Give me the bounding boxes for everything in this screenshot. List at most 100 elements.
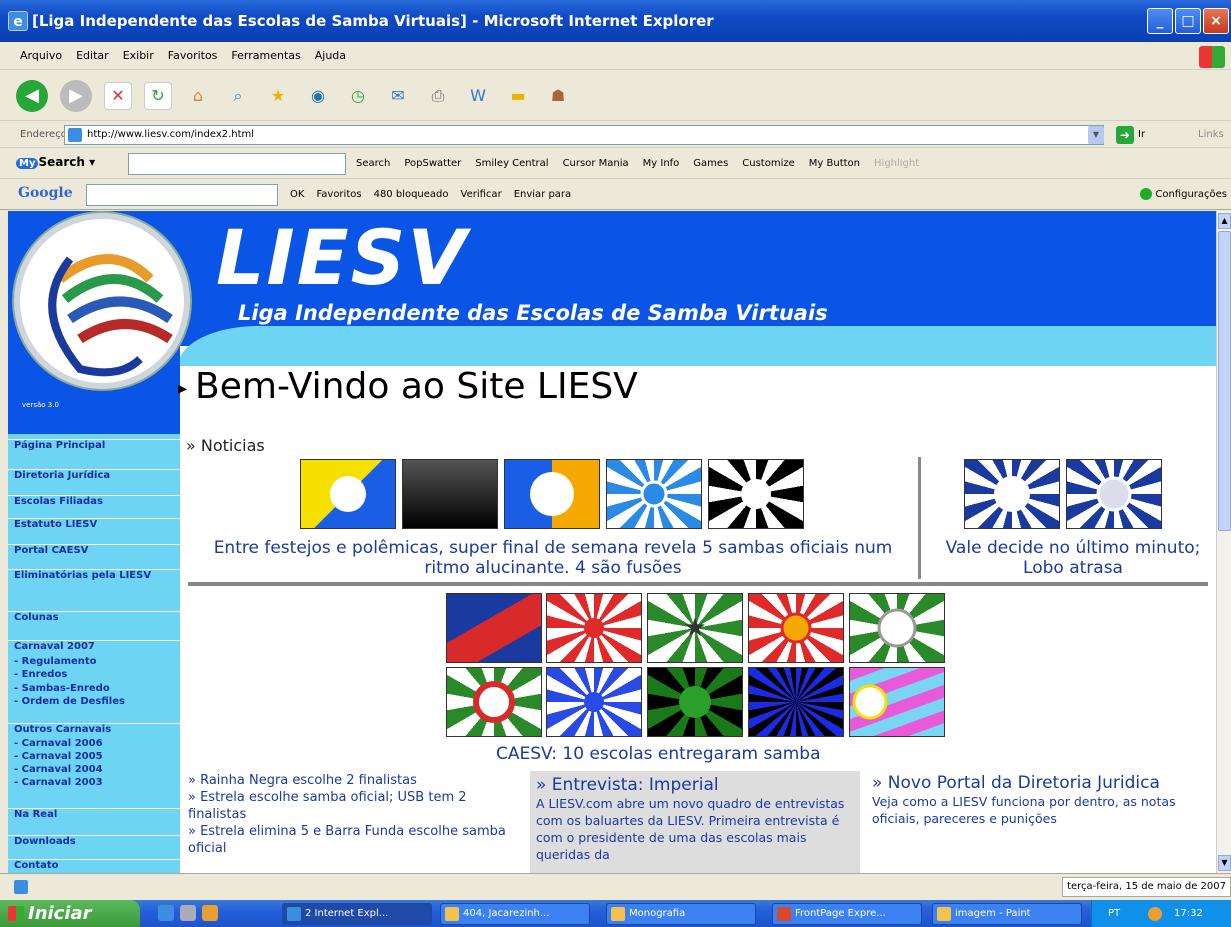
school-flag[interactable]	[708, 459, 804, 529]
menu-favoritos[interactable]: Favoritos	[168, 49, 218, 62]
language-indicator[interactable]: PT	[1108, 900, 1120, 927]
sidebar-item[interactable]: Downloads	[8, 835, 180, 848]
school-flag[interactable]	[300, 459, 396, 529]
sidebar-item[interactable]: Contato	[8, 859, 180, 872]
school-flag[interactable]	[748, 593, 844, 663]
home-icon[interactable]: ⌂	[184, 82, 212, 110]
menu-exibir[interactable]: Exibir	[123, 49, 154, 62]
games-button[interactable]: Games	[693, 158, 728, 169]
school-flag[interactable]	[606, 459, 702, 529]
task-404-jacarezinho[interactable]: 404, Jacarezinh...	[440, 903, 590, 925]
school-flag[interactable]	[1066, 459, 1162, 529]
google-search-input[interactable]	[86, 184, 278, 206]
school-flag[interactable]	[446, 667, 542, 737]
news-link[interactable]: » Estrela escolhe samba oficial; USB tem…	[188, 789, 528, 823]
enviar-para-button[interactable]: Enviar para	[514, 189, 572, 200]
sidebar-item[interactable]: - Carnaval 2005	[8, 751, 180, 763]
sidebar-item[interactable]: - Sambas-Enredo	[8, 683, 180, 695]
highlight-button[interactable]: Highlight	[874, 158, 919, 169]
cursor-mania-button[interactable]: Cursor Mania	[563, 158, 629, 169]
sidebar-item[interactable]: Na Real	[8, 808, 180, 821]
news-link[interactable]: » Estrela elimina 5 e Barra Funda escolh…	[188, 823, 528, 857]
school-flag[interactable]	[964, 459, 1060, 529]
clock[interactable]: 17:32	[1174, 900, 1203, 927]
google-config-button[interactable]: Configurações	[1140, 188, 1227, 200]
mysearch-input[interactable]	[128, 153, 346, 175]
verificar-button[interactable]: Verificar	[461, 189, 502, 200]
school-flag[interactable]	[849, 593, 945, 663]
news-link[interactable]: » Rainha Negra escolhe 2 finalistas	[188, 772, 528, 789]
scroll-thumb[interactable]	[1218, 231, 1231, 531]
school-flag[interactable]	[402, 459, 498, 529]
quicklaunch-ie-icon[interactable]	[158, 905, 174, 921]
back-icon[interactable]: ◀	[16, 79, 48, 112]
school-flag[interactable]	[504, 459, 600, 529]
sidebar-item[interactable]: Página Principal	[8, 439, 180, 452]
task-internet-explorer[interactable]: 2 Internet Expl...	[282, 903, 432, 925]
print-icon[interactable]: ⎙	[424, 82, 452, 110]
school-flag[interactable]	[446, 593, 542, 663]
folder-icon[interactable]: ▬	[504, 82, 532, 110]
address-dropdown-icon[interactable]: ▼	[1088, 126, 1104, 144]
menu-ajuda[interactable]: Ajuda	[315, 49, 346, 62]
media-icon[interactable]: ◉	[304, 82, 332, 110]
task-monografia[interactable]: Monografia	[606, 903, 756, 925]
tray-icon[interactable]	[1148, 907, 1162, 921]
mail-icon[interactable]: ✉	[384, 82, 412, 110]
close-button[interactable]: ×	[1203, 8, 1229, 34]
task-frontpage[interactable]: FrontPage Expre...	[772, 903, 922, 925]
go-arrow-icon[interactable]: ➜	[1116, 126, 1134, 144]
smiley-central-button[interactable]: Smiley Central	[475, 158, 548, 169]
sidebar-item[interactable]: - Carnaval 2004	[8, 764, 180, 776]
start-button[interactable]: Iniciar	[0, 900, 140, 927]
mysearch-search-button[interactable]: Search	[356, 158, 390, 169]
school-flag[interactable]	[546, 593, 642, 663]
stop-icon[interactable]: ✕	[104, 81, 132, 110]
sidebar-item[interactable]: Portal CAESV	[8, 544, 180, 557]
sidebar-item[interactable]: Eliminatórias pela LIESV	[8, 569, 180, 582]
my-button[interactable]: My Button	[809, 158, 860, 169]
popswatter-button[interactable]: PopSwatter	[404, 158, 461, 169]
sidebar-item[interactable]: - Carnaval 2003	[8, 777, 180, 789]
messenger-icon[interactable]: ☗	[544, 82, 572, 110]
sidebar-item[interactable]: Colunas	[8, 611, 180, 624]
customize-button[interactable]: Customize	[742, 158, 795, 169]
mysearch-logo[interactable]: My Search ▾	[16, 155, 95, 169]
maximize-button[interactable]: □	[1175, 8, 1201, 34]
menu-ferramentas[interactable]: Ferramentas	[231, 49, 300, 62]
refresh-icon[interactable]: ↻	[144, 81, 172, 110]
address-input[interactable]: http://www.liesv.com/index2.html	[64, 125, 1104, 145]
sidebar-item[interactable]: Escolas Filiadas	[8, 495, 180, 508]
menu-editar[interactable]: Editar	[76, 49, 109, 62]
caesv-headline-link[interactable]: CAESV: 10 escolas entregaram samba	[496, 744, 821, 764]
school-flag[interactable]	[748, 667, 844, 737]
sidebar-item[interactable]: - Regulamento	[8, 656, 180, 668]
google-logo[interactable]: Google	[18, 185, 73, 201]
menu-arquivo[interactable]: Arquivo	[20, 49, 62, 62]
sidebar-item[interactable]: - Carnaval 2006	[8, 738, 180, 750]
search-icon[interactable]: ⌕	[224, 82, 252, 110]
minimize-button[interactable]: _	[1147, 8, 1173, 34]
sidebar-item[interactable]: Carnaval 2007	[8, 640, 180, 653]
sidebar-item[interactable]: Diretoria Jurídica	[8, 469, 180, 482]
popup-blocked-count[interactable]: 480 bloqueado	[374, 189, 449, 200]
sidebar-item[interactable]: - Ordem de Desfiles	[8, 696, 180, 708]
go-button[interactable]: Ir	[1138, 129, 1145, 140]
school-flag[interactable]	[647, 667, 743, 737]
google-favoritos-button[interactable]: Favoritos	[316, 189, 361, 200]
sidebar-item[interactable]: Outros Carnavais	[8, 723, 180, 736]
headline-link[interactable]: Entre festejos e polêmicas, super final …	[198, 538, 908, 578]
forward-icon[interactable]: ▶	[60, 79, 92, 112]
school-flag[interactable]	[849, 667, 945, 737]
school-flag[interactable]	[546, 667, 642, 737]
page-scrollbar[interactable]: ▲ ▼	[1216, 211, 1231, 873]
google-ok-button[interactable]: OK	[290, 189, 304, 200]
history-icon[interactable]: ◷	[344, 82, 372, 110]
school-flag[interactable]: ★	[647, 593, 743, 663]
my-info-button[interactable]: My Info	[643, 158, 680, 169]
sidebar-item[interactable]: Estatuto LIESV	[8, 518, 180, 531]
links-button[interactable]: Links	[1198, 129, 1224, 140]
scroll-down-icon[interactable]: ▼	[1218, 855, 1231, 871]
quicklaunch-media-icon[interactable]	[180, 905, 196, 921]
quicklaunch-app-icon[interactable]	[202, 905, 218, 921]
